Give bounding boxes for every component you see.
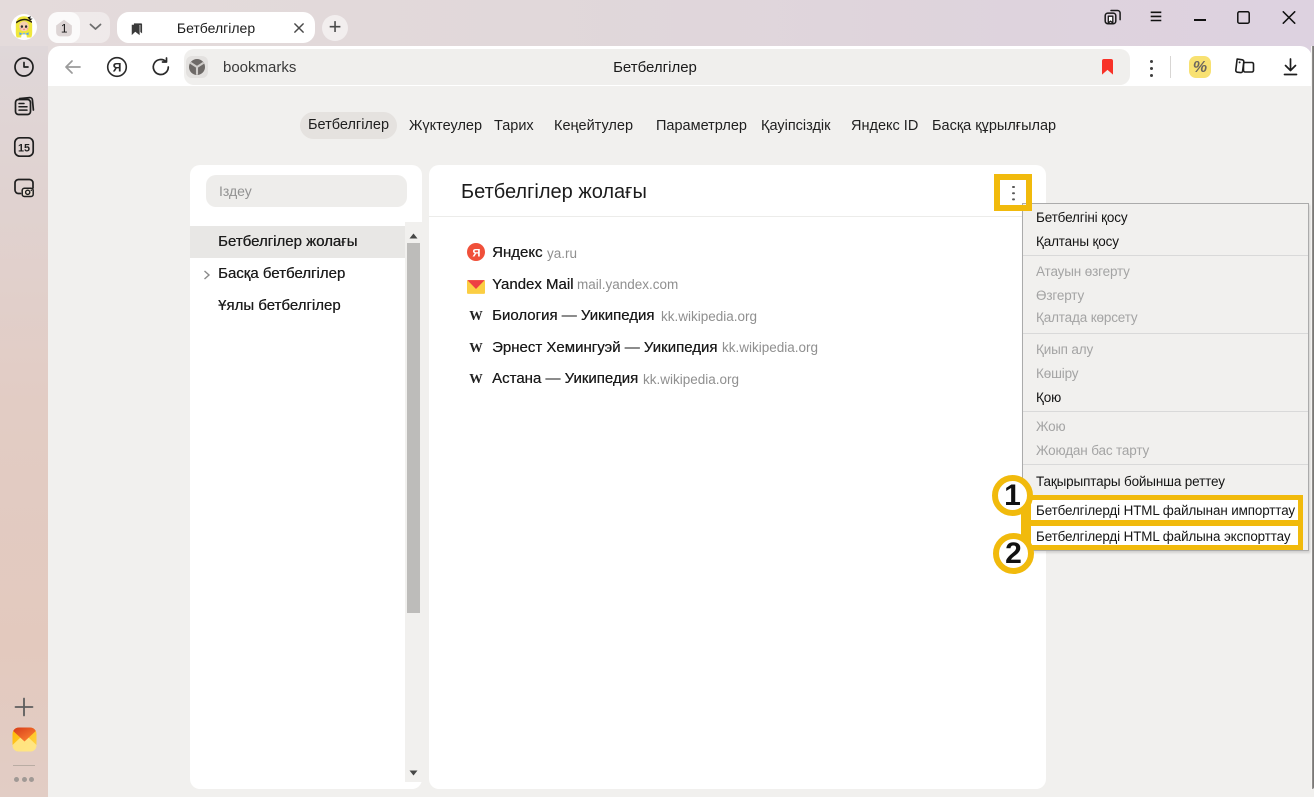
svg-text:1: 1: [61, 21, 68, 35]
svg-text:Я: Я: [472, 247, 480, 259]
svg-text:Я: Я: [113, 60, 122, 74]
svg-text:15: 15: [18, 142, 30, 154]
